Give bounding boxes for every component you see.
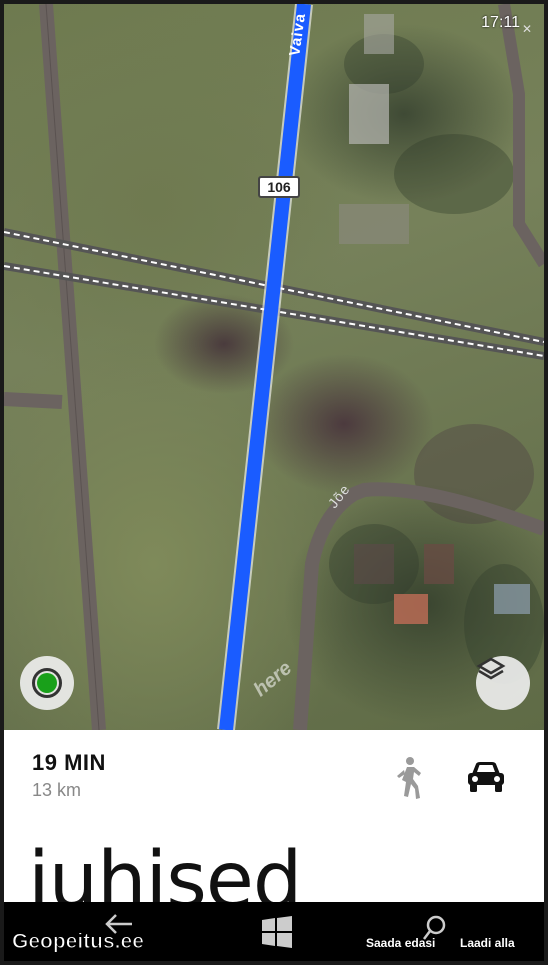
app-bar: Saada edasi Laadi alla Geopeitus.ee [4,902,544,961]
route-distance: 13 km [32,780,82,800]
status-time: 17:11 [481,14,520,31]
walk-icon[interactable] [390,756,424,802]
car-icon[interactable] [466,760,506,794]
locate-button[interactable] [20,656,74,710]
route-duration: 19 MIN [32,750,106,775]
locate-icon [32,668,62,698]
close-icon[interactable]: ✕ [522,22,532,36]
watermark-logo: Geopeitus.ee [12,930,145,954]
layers-icon [476,657,506,680]
map-view[interactable]: Vaiva Jõe 106 here 17:11 ✕ [4,4,544,730]
share-button[interactable]: Saada edasi [366,936,435,950]
windows-icon[interactable] [260,916,294,948]
route-summary-panel: 19 MIN 13 km juhised [4,730,544,920]
app-frame: Vaiva Jõe 106 here 17:11 ✕ 19 MIN 13 km [4,4,544,961]
layers-button[interactable] [476,656,530,710]
road-number-shield: 106 [258,176,300,198]
map-canvas [4,4,544,730]
download-button[interactable]: Laadi alla [460,936,515,950]
